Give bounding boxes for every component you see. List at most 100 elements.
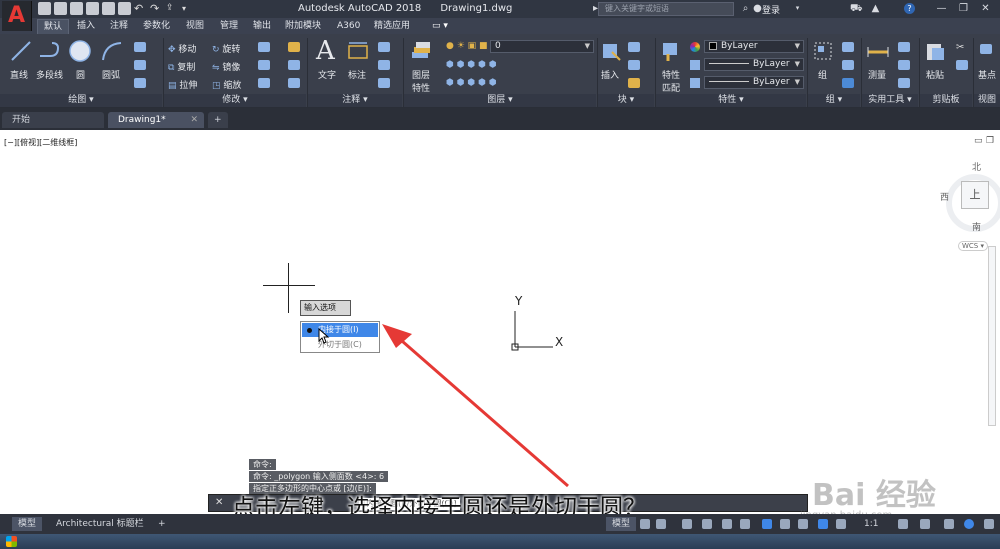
- binoculars-icon[interactable]: ⌕: [740, 3, 751, 14]
- copy-clip-icon[interactable]: [956, 60, 968, 70]
- viewport-restore-icon[interactable]: ❐: [986, 136, 994, 146]
- group-button[interactable]: 组: [818, 68, 827, 81]
- modify-panel-title[interactable]: 修改 ▾: [164, 94, 306, 107]
- color-wheel-icon[interactable]: [690, 42, 700, 52]
- login-dropdown-icon[interactable]: ▾: [792, 3, 803, 14]
- utility-tool-2-icon[interactable]: [898, 60, 910, 70]
- insert-button[interactable]: 插入: [601, 68, 619, 81]
- circle-button[interactable]: 圆: [76, 68, 85, 81]
- create-block-icon[interactable]: [628, 42, 640, 52]
- layer-properties-button[interactable]: 图层: [412, 68, 430, 81]
- login-link[interactable]: 登录: [762, 3, 780, 16]
- erase-icon[interactable]: [288, 42, 300, 52]
- viewcube-top-face[interactable]: 上: [961, 181, 989, 209]
- tab-manage[interactable]: 管理: [220, 19, 238, 34]
- new-layout-button[interactable]: +: [152, 517, 172, 531]
- exchange-icon[interactable]: ⛟: [850, 3, 863, 14]
- viewport-minimize-icon[interactable]: ▭: [974, 136, 983, 146]
- viewcube-west[interactable]: 西: [940, 190, 949, 203]
- groups-panel-title[interactable]: 组 ▾: [808, 94, 860, 107]
- lineweight-dropdown[interactable]: ByLayer ▼: [704, 76, 804, 89]
- utility-tool-1-icon[interactable]: [898, 42, 910, 52]
- save-icon[interactable]: [70, 2, 83, 15]
- layer-dropdown[interactable]: 0 ▼: [490, 40, 594, 53]
- tab-start[interactable]: 开始: [2, 112, 104, 128]
- isodraft-icon[interactable]: [722, 519, 732, 529]
- open-file-icon[interactable]: [54, 2, 67, 15]
- tab-model[interactable]: 模型: [12, 517, 43, 531]
- arc-button[interactable]: 圆弧: [102, 68, 120, 81]
- arc-icon[interactable]: [100, 40, 124, 62]
- tab-view[interactable]: 视图: [186, 19, 204, 34]
- layer-state-icons[interactable]: ● ☀ ▣ ■: [446, 41, 488, 51]
- tab-parametric[interactable]: 参数化: [143, 19, 170, 34]
- linetype-dropdown[interactable]: ByLayer ▼: [704, 58, 804, 71]
- scale-button[interactable]: ◳ 缩放: [212, 78, 241, 91]
- tab-a360[interactable]: A360: [337, 19, 360, 34]
- grid-icon[interactable]: [640, 519, 650, 529]
- drawing-canvas[interactable]: [−][俯视][二维线框] ▭ ❐ 北 西 上 南 WCS ▾ 输入选项 内接于…: [0, 130, 1000, 521]
- a360-icon[interactable]: ▲: [870, 3, 881, 14]
- rectangle-icon[interactable]: [134, 42, 146, 52]
- windows-start-icon[interactable]: [6, 536, 17, 547]
- hardware-accel-icon[interactable]: [964, 519, 974, 529]
- layer-properties-icon[interactable]: [410, 40, 432, 62]
- polyline-button[interactable]: 多段线: [36, 68, 63, 81]
- object-snap-icon[interactable]: [740, 519, 750, 529]
- match-properties-button[interactable]: 特性: [662, 68, 680, 81]
- qat-dropdown-icon[interactable]: ▾: [182, 2, 195, 15]
- menu-item-inscribed[interactable]: 内接于圆(I): [302, 323, 378, 337]
- clipboard-panel-title[interactable]: 剪贴板: [920, 94, 972, 107]
- stretch-button[interactable]: ▤ 拉伸: [168, 78, 197, 91]
- menu-item-circumscribed[interactable]: 外切于圆(C): [302, 338, 378, 352]
- tab-output[interactable]: 输出: [253, 19, 271, 34]
- new-tab-button[interactable]: +: [208, 112, 228, 128]
- group-edit-icon[interactable]: [842, 60, 854, 70]
- measure-button[interactable]: 测量: [868, 68, 886, 81]
- dimension-button[interactable]: 标注: [348, 68, 366, 81]
- wcs-dropdown[interactable]: WCS ▾: [958, 241, 989, 251]
- lineweight-toggle-icon[interactable]: [762, 519, 772, 529]
- tab-drawing1[interactable]: Drawing1* ✕: [108, 112, 204, 128]
- leader-icon[interactable]: [378, 60, 390, 70]
- viewcube-south[interactable]: 南: [972, 220, 981, 233]
- ungroup-icon[interactable]: [842, 42, 854, 52]
- block-panel-title[interactable]: 块 ▾: [598, 94, 654, 107]
- layer-properties-button-line2[interactable]: 特性: [412, 81, 430, 94]
- auto-scale-icon[interactable]: [836, 519, 846, 529]
- dimension-icon[interactable]: [346, 40, 370, 62]
- annotation-visibility-icon[interactable]: [818, 519, 828, 529]
- tab-layout-architectural[interactable]: Architectural 标题栏: [50, 517, 150, 531]
- lineweight-icon[interactable]: [690, 78, 700, 88]
- array-icon[interactable]: [258, 78, 270, 88]
- model-space-button[interactable]: 模型: [606, 517, 637, 531]
- annotation-scale[interactable]: 1:1: [858, 517, 884, 531]
- close-icon[interactable]: ✕: [980, 3, 991, 14]
- cut-icon[interactable]: ✂: [956, 42, 968, 53]
- close-tab-icon[interactable]: ✕: [190, 112, 198, 128]
- match-properties-button-line2[interactable]: 匹配: [662, 81, 680, 94]
- layer-tools-row-2[interactable]: ⬢ ⬢ ⬢ ⬢ ⬢: [446, 78, 497, 88]
- line-button[interactable]: 直线: [10, 68, 28, 81]
- viewport-controls[interactable]: [−][俯视][二维线框]: [4, 137, 77, 148]
- move-button[interactable]: ✥ 移动: [168, 42, 196, 55]
- trim-icon[interactable]: [258, 42, 270, 52]
- line-icon[interactable]: [10, 40, 32, 62]
- input-options-menu[interactable]: 内接于圆(I) 外切于圆(C): [300, 321, 380, 353]
- utilities-panel-title[interactable]: 实用工具 ▾: [862, 94, 918, 107]
- help-icon[interactable]: ?: [904, 3, 915, 14]
- text-icon[interactable]: A: [316, 36, 335, 66]
- tab-default[interactable]: 默认: [37, 19, 70, 34]
- draw-panel-title[interactable]: 绘图 ▾: [0, 94, 162, 107]
- properties-panel-title[interactable]: 特性 ▾: [656, 94, 806, 107]
- measure-icon[interactable]: [866, 42, 890, 62]
- color-dropdown[interactable]: ByLayer ▼: [704, 40, 804, 53]
- minimize-icon[interactable]: —: [936, 3, 947, 14]
- tab-annotate[interactable]: 注释: [110, 19, 128, 34]
- plot-icon[interactable]: [118, 2, 131, 15]
- transparency-icon[interactable]: [780, 519, 790, 529]
- linear-dim-icon[interactable]: [378, 42, 390, 52]
- group-select-icon[interactable]: [842, 78, 854, 88]
- layer-tools-row-1[interactable]: ⬢ ⬢ ⬢ ⬢ ⬢: [446, 60, 497, 70]
- tab-featured-apps[interactable]: 精选应用: [374, 19, 410, 34]
